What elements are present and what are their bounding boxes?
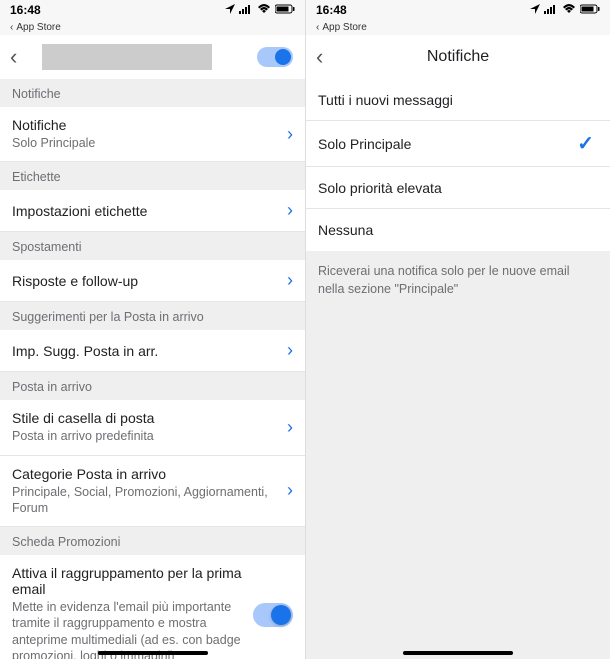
- status-icons: [530, 4, 600, 17]
- chevron-right-icon: ›: [279, 480, 293, 501]
- option-label: Solo priorità elevata: [318, 180, 442, 196]
- option-priorita-elevata[interactable]: Solo priorità elevata: [306, 167, 610, 209]
- row-risposte[interactable]: Risposte e follow-up ›: [0, 260, 305, 302]
- option-label: Nessuna: [318, 222, 373, 238]
- chevron-right-icon: ›: [279, 340, 293, 361]
- back-to-app-store[interactable]: ‹ App Store: [0, 20, 305, 35]
- settings-screen: 16:48 ‹ App Store ‹ Notifiche Not: [0, 0, 305, 659]
- row-notifiche[interactable]: Notifiche Solo Principale ›: [0, 107, 305, 162]
- home-indicator[interactable]: [403, 651, 513, 655]
- redacted-account-name: [42, 44, 212, 70]
- row-title: Notifiche: [12, 117, 279, 133]
- row-imp-sugg[interactable]: Imp. Sugg. Posta in arr. ›: [0, 330, 305, 372]
- back-button[interactable]: ‹: [316, 44, 340, 70]
- chevron-right-icon: ›: [279, 124, 293, 145]
- toggle-raggruppamento[interactable]: [253, 603, 293, 627]
- signal-icon: [239, 4, 253, 17]
- section-etichette: Etichette: [0, 162, 305, 190]
- chevron-right-icon: ›: [279, 417, 293, 438]
- section-inbox: Posta in arrivo: [0, 372, 305, 400]
- settings-list[interactable]: Notifiche Notifiche Solo Principale › Et…: [0, 79, 305, 659]
- option-tutti[interactable]: Tutti i nuovi messaggi: [306, 79, 610, 121]
- notifiche-screen: 16:48 ‹ App Store ‹ Notifiche Tutti i nu…: [305, 0, 610, 659]
- row-title: Impostazioni etichette: [12, 203, 147, 219]
- location-icon: [530, 4, 540, 17]
- back-to-app-store[interactable]: ‹ App Store: [306, 20, 610, 35]
- footer-note: Riceverai una notifica solo per le nuove…: [306, 251, 610, 310]
- home-indicator[interactable]: [98, 651, 208, 655]
- option-label: Tutti i nuovi messaggi: [318, 92, 453, 108]
- row-title: Categorie Posta in arrivo: [12, 466, 279, 482]
- check-icon: ✓: [577, 131, 598, 156]
- account-toggle[interactable]: [257, 47, 293, 67]
- row-raggruppamento[interactable]: Attiva il raggruppamento per la prima em…: [0, 555, 305, 659]
- battery-icon: [275, 4, 295, 17]
- status-bar: 16:48: [0, 0, 305, 20]
- row-title: Stile di casella di posta: [12, 410, 279, 426]
- back-button[interactable]: ‹: [10, 44, 34, 70]
- nav-bar: ‹ Notifiche: [306, 35, 610, 79]
- wifi-icon: [257, 4, 271, 17]
- chevron-right-icon: ›: [279, 200, 293, 221]
- row-stile[interactable]: Stile di casella di posta Posta in arriv…: [0, 400, 305, 455]
- row-categorie[interactable]: Categorie Posta in arrivo Principale, So…: [0, 456, 305, 528]
- back-link-label: App Store: [322, 22, 366, 33]
- row-title: Risposte e follow-up: [12, 273, 138, 289]
- status-time: 16:48: [10, 3, 41, 17]
- row-subtitle: Solo Principale: [12, 135, 279, 151]
- notifiche-options: Tutti i nuovi messaggi Solo Principale ✓…: [306, 79, 610, 659]
- page-title: Notifiche: [306, 48, 610, 66]
- chevron-left-icon: ‹: [316, 22, 319, 33]
- wifi-icon: [562, 4, 576, 17]
- battery-icon: [580, 4, 600, 17]
- row-subtitle: Mette in evidenza l'email più importante…: [12, 599, 253, 659]
- status-bar: 16:48: [306, 0, 610, 20]
- chevron-left-icon: ‹: [10, 22, 13, 33]
- row-title: Attiva il raggruppamento per la prima em…: [12, 565, 253, 597]
- signal-icon: [544, 4, 558, 17]
- row-imp-etichette[interactable]: Impostazioni etichette ›: [0, 190, 305, 232]
- status-icons: [225, 4, 295, 17]
- row-subtitle: Principale, Social, Promozioni, Aggiorna…: [12, 484, 279, 517]
- section-spostamenti: Spostamenti: [0, 232, 305, 260]
- back-link-label: App Store: [16, 22, 60, 33]
- section-notifiche: Notifiche: [0, 79, 305, 107]
- chevron-right-icon: ›: [279, 270, 293, 291]
- row-subtitle: Posta in arrivo predefinita: [12, 428, 279, 444]
- location-icon: [225, 4, 235, 17]
- option-label: Solo Principale: [318, 136, 411, 152]
- section-suggerimenti: Suggerimenti per la Posta in arrivo: [0, 302, 305, 330]
- option-solo-principale[interactable]: Solo Principale ✓: [306, 121, 610, 167]
- account-header: ‹: [0, 35, 305, 79]
- option-nessuna[interactable]: Nessuna: [306, 209, 610, 251]
- row-title: Imp. Sugg. Posta in arr.: [12, 343, 158, 359]
- section-promozioni: Scheda Promozioni: [0, 527, 305, 555]
- status-time: 16:48: [316, 3, 347, 17]
